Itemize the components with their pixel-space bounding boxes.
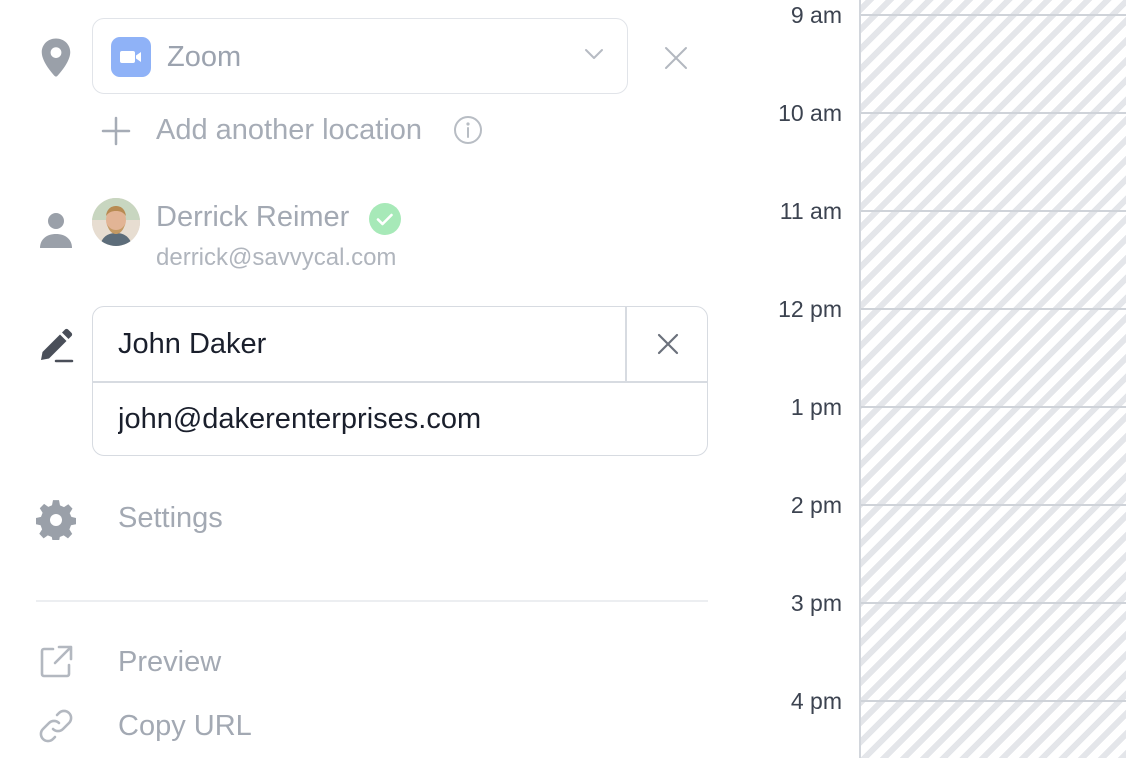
pen-icon bbox=[38, 326, 74, 364]
hour-gridline bbox=[861, 210, 1126, 212]
plus-icon bbox=[101, 116, 131, 146]
hour-gridline bbox=[861, 14, 1126, 16]
remove-location-button[interactable] bbox=[658, 40, 694, 81]
copy-url-link[interactable]: Copy URL bbox=[118, 710, 252, 743]
settings-link[interactable]: Settings bbox=[118, 502, 223, 535]
zoom-video-icon bbox=[111, 37, 151, 77]
host-avatar bbox=[92, 198, 140, 246]
hour-label: 4 pm bbox=[790, 688, 842, 714]
invitee-name-input[interactable] bbox=[93, 307, 625, 381]
location-value: Zoom bbox=[167, 41, 242, 73]
location-select[interactable]: Zoom bbox=[92, 18, 628, 94]
gear-icon bbox=[36, 500, 76, 540]
hour-label: 10 am bbox=[778, 100, 842, 126]
host-email: derrick@savvycal.com bbox=[156, 244, 397, 271]
hour-label: 12 pm bbox=[778, 296, 842, 322]
link-icon bbox=[38, 708, 74, 744]
calendar-unavailable-column[interactable] bbox=[859, 0, 1126, 758]
external-link-icon bbox=[38, 644, 74, 680]
hour-label: 9 am bbox=[790, 2, 842, 28]
divider bbox=[36, 600, 708, 602]
info-icon[interactable] bbox=[452, 114, 484, 151]
preview-link[interactable]: Preview bbox=[118, 646, 221, 679]
hour-label: 2 pm bbox=[790, 492, 842, 518]
chevron-down-icon bbox=[583, 43, 605, 70]
hour-label: 11 am bbox=[779, 198, 842, 224]
hour-label: 1 pm bbox=[790, 394, 842, 420]
add-location-button[interactable]: Add another location bbox=[98, 112, 448, 150]
hour-gridline bbox=[861, 602, 1126, 604]
hour-gridline bbox=[861, 308, 1126, 310]
hour-gridline bbox=[861, 406, 1126, 408]
clear-invitee-button[interactable] bbox=[627, 307, 707, 381]
hour-gridline bbox=[861, 112, 1126, 114]
hour-label: 3 pm bbox=[790, 590, 842, 616]
invitee-fields bbox=[92, 306, 708, 456]
close-icon bbox=[657, 333, 679, 355]
hour-gridline bbox=[861, 504, 1126, 506]
invitee-email-input[interactable] bbox=[93, 383, 707, 455]
host-name: Derrick Reimer bbox=[156, 201, 350, 233]
map-pin-icon bbox=[36, 36, 76, 80]
person-icon bbox=[38, 210, 74, 250]
add-location-label: Add another location bbox=[156, 114, 423, 146]
hour-gridline bbox=[861, 700, 1126, 702]
verified-check-icon bbox=[368, 202, 402, 241]
